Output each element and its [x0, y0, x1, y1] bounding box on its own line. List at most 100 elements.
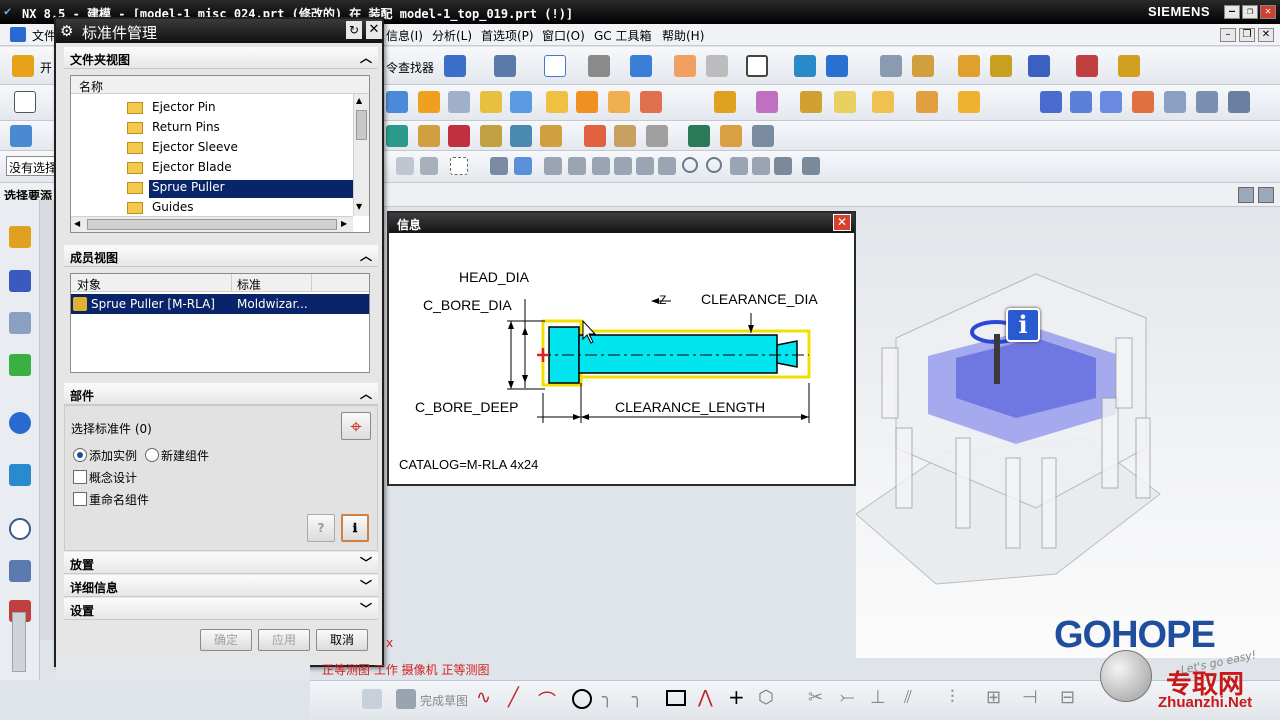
menu-preferences[interactable]: 首选项(P): [481, 27, 534, 44]
snap-1-icon[interactable]: [396, 157, 414, 175]
member-view-header[interactable]: 成员视图 ︿: [64, 245, 378, 267]
expand-chevron-icon[interactable]: ﹀: [360, 554, 372, 571]
mw-tool-10-icon[interactable]: [720, 125, 742, 147]
sketch-extra-icon[interactable]: ⊟: [1060, 687, 1075, 708]
select-part-crosshair-button[interactable]: ⌖: [341, 412, 371, 440]
offset-icon[interactable]: ⫽: [904, 687, 912, 708]
axis-icon[interactable]: [1076, 55, 1098, 77]
polyline-icon[interactable]: ⋀: [698, 687, 713, 708]
new-file-icon[interactable]: [14, 91, 36, 113]
doc-close-icon[interactable]: ✕: [1258, 28, 1274, 42]
mw-tool-7-icon[interactable]: [584, 125, 606, 147]
snap-10-icon[interactable]: [658, 157, 676, 175]
part-navigator-icon[interactable]: [9, 312, 31, 334]
snap-center-icon[interactable]: [706, 157, 722, 173]
polygon-icon[interactable]: ⬡: [758, 687, 774, 708]
snap-8-icon[interactable]: [614, 157, 632, 175]
close-icon[interactable]: ✕: [1260, 5, 1276, 19]
fillet-icon[interactable]: ╮: [602, 687, 613, 708]
menu-window[interactable]: 窗口(O): [542, 27, 585, 44]
trim-tool-icon[interactable]: ✂: [808, 687, 823, 708]
cancel-button[interactable]: 取消: [316, 629, 368, 651]
ok-button[interactable]: 确定: [200, 629, 252, 651]
info-marker-icon[interactable]: i: [1006, 308, 1040, 342]
parting-icon[interactable]: [872, 91, 894, 113]
menu-help[interactable]: 帮助(H): [662, 27, 704, 44]
mold-tool-5-icon[interactable]: [510, 91, 532, 113]
hd3d-icon[interactable]: [9, 412, 31, 434]
snap-7-icon[interactable]: [592, 157, 610, 175]
menu-info[interactable]: 信息(I): [386, 27, 423, 44]
snap-6-icon[interactable]: [568, 157, 586, 175]
tool-wrench-icon[interactable]: [990, 55, 1012, 77]
surface-3-icon[interactable]: [1100, 91, 1122, 113]
scroll-right-icon[interactable]: ▶: [341, 219, 347, 228]
mold-tool-7-icon[interactable]: [576, 91, 598, 113]
snap-5-icon[interactable]: [544, 157, 562, 175]
measure-icon[interactable]: [958, 55, 980, 77]
menu-analysis[interactable]: 分析(L): [432, 27, 472, 44]
assembly-nav-icon[interactable]: [444, 55, 466, 77]
part-section-header[interactable]: 部件 ︿: [64, 383, 378, 405]
line-icon[interactable]: ╱: [508, 687, 519, 708]
move-icon[interactable]: [794, 55, 816, 77]
snap-3-icon[interactable]: [490, 157, 508, 175]
constraint-navigator-icon[interactable]: [9, 270, 31, 292]
help-question-button[interactable]: ?: [307, 514, 335, 542]
snap-13-icon[interactable]: [774, 157, 792, 175]
hscroll-thumb[interactable]: [87, 219, 337, 230]
wcs-icon[interactable]: [880, 55, 902, 77]
mw-tool-9-icon[interactable]: [646, 125, 668, 147]
menu-file[interactable]: 文件: [32, 27, 56, 44]
concept-design-checkbox[interactable]: [73, 470, 87, 484]
cavity-icon[interactable]: [714, 91, 736, 113]
constraint-icon[interactable]: ⊣: [1022, 687, 1038, 708]
point-icon[interactable]: +: [728, 685, 745, 709]
details-section-header[interactable]: 详细信息 ﹀: [64, 575, 378, 597]
surface-5-icon[interactable]: [1164, 91, 1186, 113]
doc-minimize-icon[interactable]: –: [1220, 28, 1236, 42]
scroll-up-icon[interactable]: ▲: [356, 96, 362, 105]
expand-chevron-icon[interactable]: ﹀: [360, 600, 372, 617]
assembly-navigator-icon[interactable]: [9, 226, 31, 248]
finish-sketch-label[interactable]: 完成草图: [420, 692, 468, 709]
scroll-down-icon[interactable]: ▼: [356, 202, 362, 211]
fit-view-icon[interactable]: [544, 55, 566, 77]
rectangle-icon[interactable]: [666, 690, 686, 706]
mw-tool-6-icon[interactable]: [540, 125, 562, 147]
chamfer-icon[interactable]: ╮: [632, 687, 643, 708]
restore-icon[interactable]: ❐: [1242, 5, 1258, 19]
surface-6-icon[interactable]: [1196, 91, 1218, 113]
snap-14-icon[interactable]: [802, 157, 820, 175]
layer-icon[interactable]: [674, 55, 696, 77]
finish-sketch-icon[interactable]: [396, 689, 416, 709]
select-filter-icon[interactable]: [826, 55, 848, 77]
snap-icon[interactable]: [912, 55, 934, 77]
snap-11-icon[interactable]: [730, 157, 748, 175]
mold-tool-4-icon[interactable]: [480, 91, 502, 113]
circle-icon[interactable]: [572, 689, 592, 709]
collapse-chevron-icon[interactable]: ︿: [360, 247, 372, 264]
profile-icon[interactable]: ∿: [476, 687, 491, 708]
mold-tool-1-icon[interactable]: [386, 91, 408, 113]
folder-vscrollbar[interactable]: ▲ ▼: [353, 94, 369, 216]
surface-1-icon[interactable]: [1040, 91, 1062, 113]
mold-tool-8-icon[interactable]: [608, 91, 630, 113]
sketch-icon[interactable]: [362, 689, 382, 709]
corner-icon[interactable]: ⊥: [870, 687, 886, 708]
mw-tool-1-icon[interactable]: [386, 125, 408, 147]
mw-tool-5-icon[interactable]: [510, 125, 532, 147]
collapse-chevron-icon[interactable]: ︿: [360, 385, 372, 402]
apply-button[interactable]: 应用: [258, 629, 310, 651]
command-finder-label[interactable]: 令查找器: [386, 59, 434, 76]
mold-tool-2-icon[interactable]: [418, 91, 440, 113]
surface-2-icon[interactable]: [1070, 91, 1092, 113]
extract-icon[interactable]: [958, 91, 980, 113]
new-component-radio[interactable]: [145, 448, 159, 462]
snap-4-icon[interactable]: [514, 157, 532, 175]
settings-section-header[interactable]: 设置 ﹀: [64, 598, 378, 620]
dimension-tool-icon[interactable]: ⊞: [986, 687, 1001, 708]
rect-select-icon[interactable]: [450, 157, 468, 175]
snap-2-icon[interactable]: [420, 157, 438, 175]
add-instance-radio[interactable]: [73, 448, 87, 462]
